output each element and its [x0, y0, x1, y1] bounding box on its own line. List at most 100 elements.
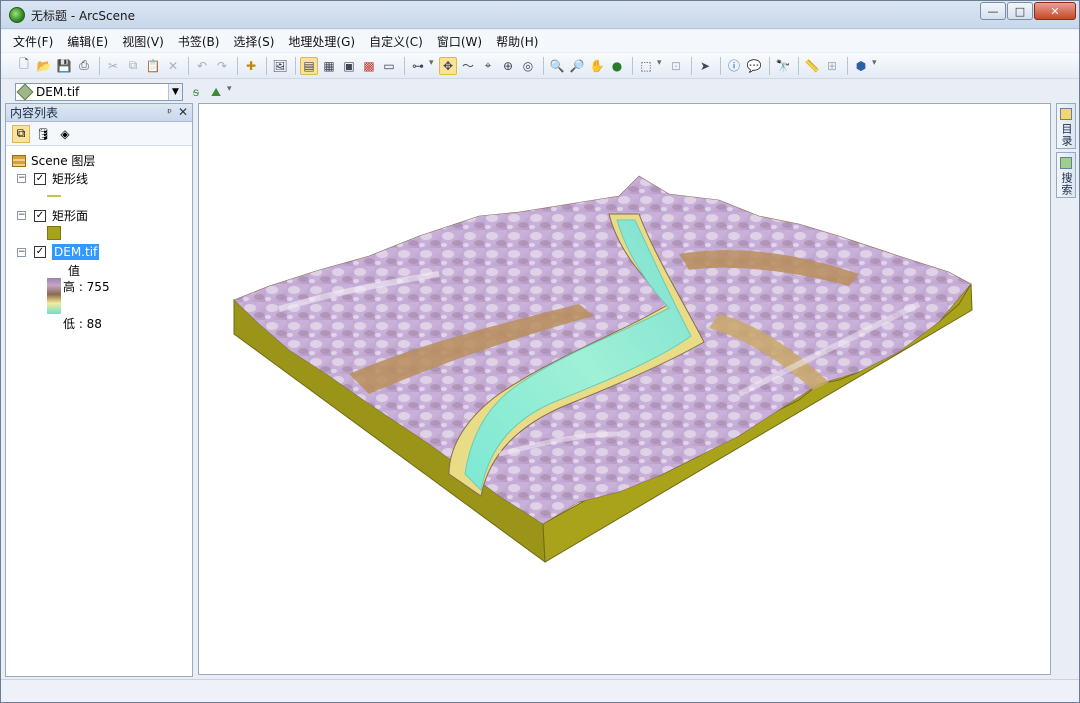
search-icon [1060, 157, 1072, 169]
scene-layers-root[interactable]: Scene 图层 [12, 152, 95, 169]
fly-tool-icon[interactable]: 〜 [459, 57, 477, 75]
select-features-icon[interactable]: ⬚ [637, 57, 655, 75]
navigate-tool-icon[interactable]: ✥ [439, 56, 457, 75]
print-icon[interactable]: ⎙ [75, 57, 93, 75]
save-icon[interactable]: 💾 [55, 57, 73, 75]
3d-scene-view[interactable] [198, 103, 1051, 675]
layer-label: DEM.tif [52, 244, 100, 260]
html-popup-icon[interactable]: 💬 [745, 57, 763, 75]
select-dropdown-icon[interactable]: ▾ [657, 58, 663, 74]
animation-icon[interactable]: ⊞ [823, 57, 841, 75]
layer-visibility-checkbox[interactable]: ✓ [34, 172, 46, 185]
menu-windows[interactable]: 窗口(W) [437, 33, 482, 50]
pan-icon[interactable]: ✋ [588, 57, 606, 75]
collapse-icon[interactable]: − [17, 174, 26, 183]
menu-file[interactable]: 文件(F) [13, 33, 53, 50]
new-document-icon[interactable]: 🗋 [15, 57, 33, 75]
collapse-icon[interactable]: − [17, 247, 26, 257]
3d-analyst-toolbar: DEM.tif ▼ ᵴ ⛰ ▾ [1, 79, 241, 105]
menu-geoprocessing[interactable]: 地理处理(G) [288, 33, 355, 50]
identify-icon[interactable]: ⓘ [725, 57, 743, 75]
model-builder-icon[interactable]: ⊶ [409, 57, 427, 75]
layer-label: 矩形线 [52, 172, 89, 186]
menu-help[interactable]: 帮助(H) [496, 33, 538, 50]
list-by-visibility-icon[interactable]: ◈ [56, 125, 74, 143]
full-extent-icon[interactable]: ● [608, 57, 626, 75]
target-center-icon[interactable]: ⌖ [479, 57, 497, 75]
delete-icon[interactable]: ✕ [164, 57, 182, 75]
terrain-3d-render [233, 175, 973, 564]
catalog-tab[interactable]: 目录 [1056, 103, 1076, 149]
find-icon[interactable]: 🔭 [774, 57, 792, 75]
layer-visibility-checkbox[interactable]: ✓ [34, 209, 46, 222]
close-button[interactable]: ✕ [1034, 2, 1076, 20]
measure-icon[interactable]: 📏 [803, 57, 821, 75]
window-title: 无标题 - ArcScene [31, 9, 136, 23]
menu-edit[interactable]: 编辑(E) [67, 33, 108, 50]
cut-icon[interactable]: ✂ [104, 57, 122, 75]
toolbar-separator [295, 56, 296, 75]
search-tab[interactable]: 搜索 [1056, 152, 1076, 198]
add-image-icon[interactable]: 🖼 [271, 57, 289, 75]
menu-bar: 文件(F) 编辑(E) 视图(V) 书签(B) 选择(S) 地理处理(G) 自定… [1, 30, 1079, 52]
raster-layer-icon [16, 83, 34, 101]
toolbar-separator [769, 56, 770, 75]
line-of-sight-icon[interactable]: ⛰ [207, 83, 225, 101]
redo-icon[interactable]: ↷ [213, 57, 231, 75]
catalog-tab-label: 目录 [1060, 123, 1073, 147]
scene-layers-label: Scene 图层 [31, 154, 96, 168]
layer-row-rect-polygon[interactable]: − ✓ 矩形面 [17, 207, 88, 224]
toolbar-overflow-icon[interactable]: ▾ [872, 58, 878, 74]
legend-low-label: 低 : 88 [63, 317, 102, 331]
catalog-window-icon[interactable]: ▦ [320, 57, 338, 75]
menu-view[interactable]: 视图(V) [122, 33, 164, 50]
zoom-to-target-icon[interactable]: ⊕ [499, 57, 517, 75]
layers-icon [12, 154, 26, 167]
toolbar-overflow-icon[interactable]: ▾ [227, 84, 233, 100]
legend-high-label: 高 : 755 [63, 280, 110, 294]
chevron-down-icon[interactable]: ▼ [168, 84, 182, 100]
arctoolbox-icon[interactable]: ▩ [360, 57, 378, 75]
list-by-drawing-order-icon[interactable]: ⧉ [12, 124, 30, 143]
app-window: 无标题 - ArcScene — □ ✕ 文件(F) 编辑(E) 视图(V) 书… [0, 0, 1080, 703]
layer-dropdown[interactable]: DEM.tif ▼ [15, 83, 183, 101]
toolbar-separator [543, 56, 544, 75]
menu-customize[interactable]: 自定义(C) [369, 33, 423, 50]
minimize-button[interactable]: — [980, 2, 1006, 20]
paste-icon[interactable]: 📋 [144, 57, 162, 75]
layer-visibility-checkbox[interactable]: ✓ [34, 246, 46, 258]
pin-icon[interactable]: ᵖ [167, 106, 172, 119]
zoom-out-icon[interactable]: 🔎 [568, 57, 586, 75]
menu-bookmarks[interactable]: 书签(B) [178, 33, 220, 50]
list-by-source-icon[interactable]: 🛢 [34, 125, 52, 143]
select-elements-icon[interactable]: ➤ [696, 57, 714, 75]
python-window-icon[interactable]: ▭ [380, 57, 398, 75]
undo-icon[interactable]: ↶ [193, 57, 211, 75]
layer-row-dem[interactable]: − ✓ DEM.tif [17, 244, 100, 260]
toolbar-separator [99, 56, 100, 75]
toolbar-overflow-icon[interactable]: ▾ [429, 58, 435, 74]
contour-tool-icon[interactable]: ᵴ [187, 83, 205, 101]
add-data-icon[interactable]: ✚ [242, 57, 260, 75]
layer-row-rect-line[interactable]: − ✓ 矩形线 [17, 170, 88, 187]
legend-field-label: 值 [68, 264, 81, 278]
toolbar-separator [798, 56, 799, 75]
toolbar-separator [691, 56, 692, 75]
open-folder-icon[interactable]: 📂 [35, 57, 53, 75]
menu-selection[interactable]: 选择(S) [233, 33, 274, 50]
maximize-button[interactable]: □ [1007, 2, 1033, 20]
clear-selection-icon[interactable]: ⊡ [667, 57, 685, 75]
catalog-icon [1060, 108, 1072, 120]
collapse-icon[interactable]: − [17, 211, 26, 220]
close-icon[interactable]: ✕ [178, 105, 188, 119]
toc-window-icon[interactable]: ▤ [300, 56, 318, 75]
toolbar-separator [847, 56, 848, 75]
copy-icon[interactable]: ⧉ [124, 57, 142, 75]
search-tab-label: 搜索 [1060, 172, 1073, 196]
search-window-icon[interactable]: ▣ [340, 57, 358, 75]
scene-3d-icon[interactable]: ⬢ [852, 57, 870, 75]
set-observer-icon[interactable]: ◎ [519, 57, 537, 75]
zoom-in-icon[interactable]: 🔍 [548, 57, 566, 75]
toc-toolbar: ⧉ 🛢 ◈ [6, 122, 192, 146]
toolbar-separator [237, 56, 238, 75]
